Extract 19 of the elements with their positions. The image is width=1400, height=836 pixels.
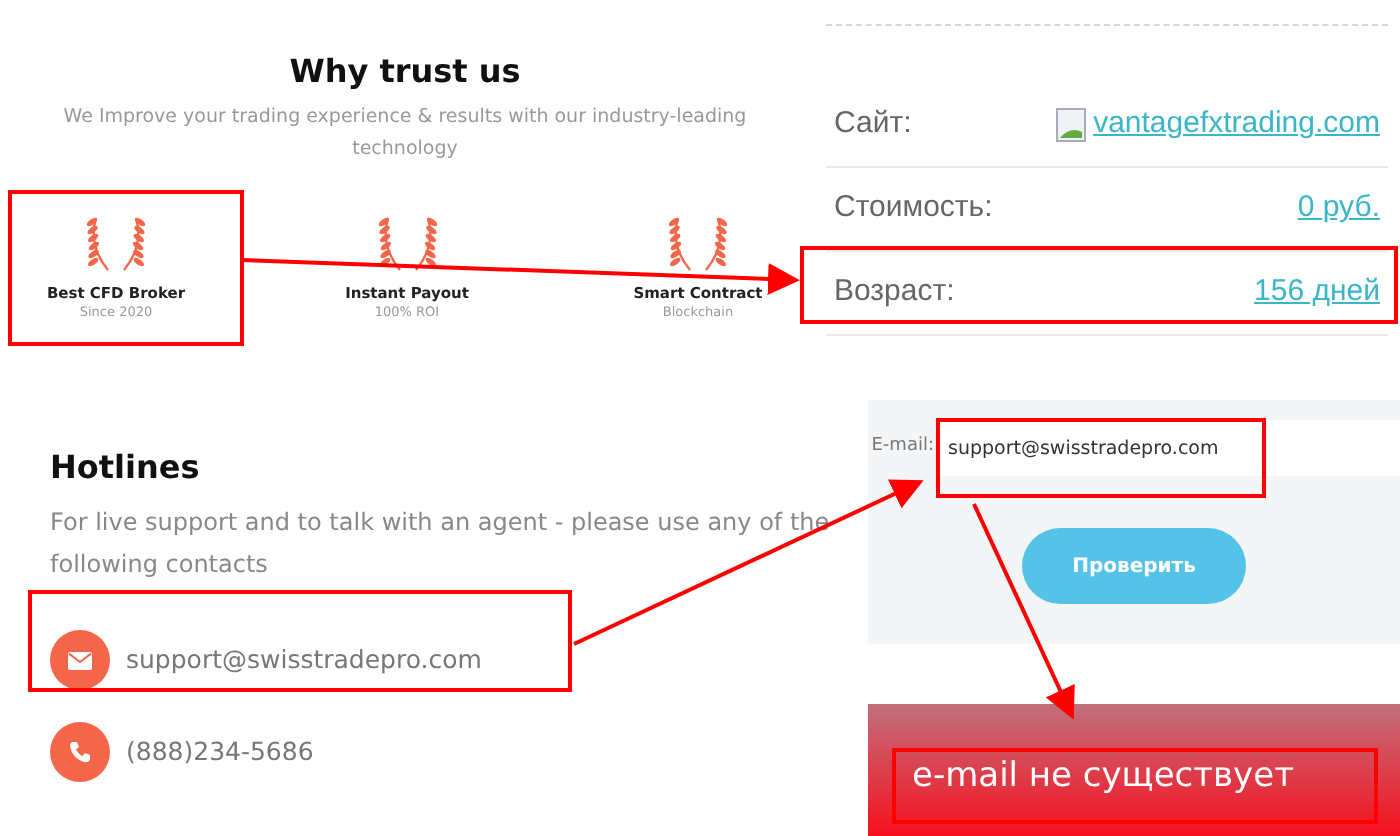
mail-icon (68, 651, 92, 670)
phone-icon (68, 740, 92, 765)
info-link[interactable]: 156 дней (1254, 270, 1380, 316)
section-title: Why trust us (287, 52, 523, 91)
result-text: e-mail не существует (912, 759, 1294, 793)
hotlines-text: For live support and to talk with an agent - please use any of the following contacts (50, 506, 832, 583)
info-label: Сайт: (834, 104, 912, 145)
contact-text: (888)234-5686 (126, 733, 314, 770)
broken-image-icon (1055, 108, 1086, 142)
info-link[interactable]: 0 руб. (1297, 186, 1380, 232)
email-field[interactable]: support@swisstradepro.com (940, 420, 1400, 476)
check-button[interactable]: Проверить (1022, 528, 1246, 604)
section-subtitle: We Improve your trading experience & results with our industry-leading technology (61, 104, 749, 165)
hotlines-title: Hotlines (50, 448, 202, 487)
info-label: Возраст: (834, 272, 955, 313)
field-label: E-mail: (869, 434, 936, 461)
info-link[interactable]: vantagefxtrading.com (1093, 102, 1380, 148)
contact-text: support@swisstradepro.com (126, 641, 482, 678)
info-label: Стоимость: (834, 188, 993, 229)
